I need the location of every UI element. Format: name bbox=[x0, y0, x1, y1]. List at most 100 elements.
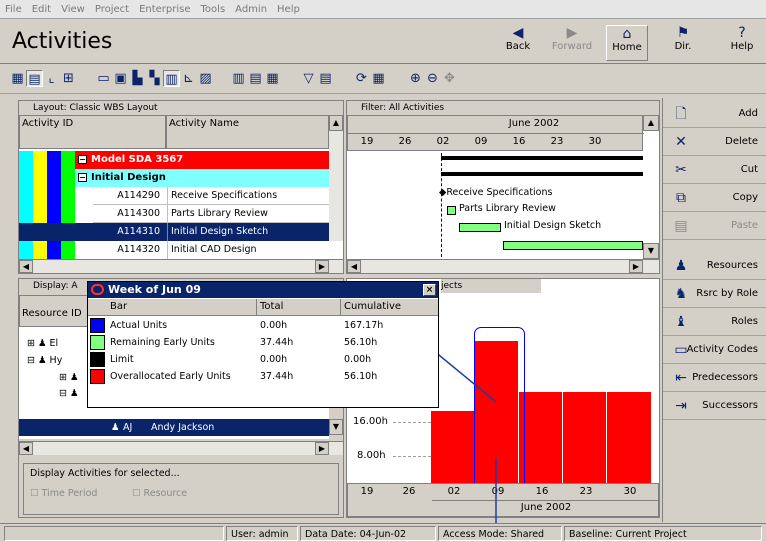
vertical-scrollbar[interactable] bbox=[329, 131, 343, 241]
bottom-layout-icon[interactable]: ▭ bbox=[95, 70, 112, 87]
cut-button[interactable]: ✂ Cut bbox=[663, 156, 766, 184]
back-button[interactable]: ◀ Back bbox=[500, 25, 536, 61]
row-cumulative: 56.10h bbox=[344, 337, 378, 348]
menu-admin[interactable]: Admin bbox=[230, 4, 272, 15]
scroll-up-icon[interactable]: ▲ bbox=[329, 115, 343, 131]
delete-button[interactable]: ✕ Delete bbox=[663, 128, 766, 156]
zoom-out-icon[interactable]: ⊖ bbox=[424, 70, 441, 87]
filter-icon[interactable]: ▽ bbox=[300, 70, 317, 87]
resource-usage-icon[interactable]: ▙ bbox=[129, 70, 146, 87]
band-yellow bbox=[33, 151, 47, 259]
resource-code: Hy bbox=[49, 355, 63, 366]
close-icon[interactable]: × bbox=[423, 284, 436, 296]
menu-edit[interactable]: Edit bbox=[27, 4, 56, 15]
horizontal-scrollbar[interactable]: ◀ ▶ bbox=[19, 441, 343, 455]
back-arrow-icon: ◀ bbox=[512, 25, 524, 41]
copy-button[interactable]: ⧉ Copy bbox=[663, 184, 766, 212]
selected-resource-row[interactable]: ♟ AJ Andy Jackson bbox=[19, 419, 329, 436]
scroll-right-icon[interactable]: ▶ bbox=[315, 442, 329, 455]
milestone-receive-spec[interactable]: ◆Receive Specifications bbox=[439, 187, 552, 198]
gantt-bar[interactable] bbox=[447, 206, 456, 215]
profile-icon[interactable]: ▚ bbox=[146, 70, 163, 87]
table-row[interactable]: A114290 Receive Specifications bbox=[93, 187, 329, 205]
project-summary-bar[interactable] bbox=[441, 156, 643, 160]
timescale-day: 19 bbox=[360, 486, 374, 497]
histogram-bar[interactable] bbox=[563, 392, 607, 483]
histogram-icon[interactable]: ▥ bbox=[163, 70, 180, 87]
paste-button[interactable]: ▤ Paste bbox=[663, 212, 766, 240]
table-view-icon[interactable]: ▦ bbox=[9, 70, 26, 87]
horizontal-scrollbar[interactable]: ◀ ▶ bbox=[347, 259, 659, 273]
roles-button[interactable]: ♝ Roles bbox=[663, 308, 766, 336]
horizontal-scrollbar[interactable]: ◀ ▶ bbox=[19, 259, 343, 273]
gantt-bar[interactable] bbox=[503, 241, 643, 250]
band-blue bbox=[47, 151, 61, 259]
add-button[interactable]: 🗋 Add bbox=[663, 100, 766, 128]
activity-codes-button[interactable]: ▭ Activity Codes bbox=[663, 336, 766, 364]
col-activity-name[interactable]: Activity Name bbox=[166, 115, 329, 149]
table-row[interactable]: A114300 Parts Library Review bbox=[93, 205, 329, 223]
chart-view-icon[interactable]: ⊞ bbox=[60, 70, 77, 87]
menu-tools[interactable]: Tools bbox=[196, 4, 231, 15]
histogram-bar[interactable] bbox=[519, 392, 563, 483]
row-total: 0.00h bbox=[260, 354, 288, 365]
scroll-left-icon[interactable]: ◀ bbox=[347, 260, 361, 273]
popup-columns: Bar Total Cumulative bbox=[88, 299, 438, 316]
level-icon[interactable]: ▦ bbox=[370, 70, 387, 87]
tree-item[interactable]: ⊞ ♟ El bbox=[27, 335, 87, 353]
home-button[interactable]: ⌂ Home bbox=[606, 25, 648, 61]
time-period-checkbox[interactable]: ☐ Time Period bbox=[30, 488, 97, 499]
collapse-icon[interactable]: − bbox=[78, 155, 87, 164]
fit-icon[interactable]: ✥ bbox=[441, 70, 458, 87]
forward-arrow-icon: ▶ bbox=[566, 25, 578, 41]
table-row-selected[interactable]: A114310 Initial Design Sketch bbox=[93, 223, 329, 241]
menu-project[interactable]: Project bbox=[90, 4, 134, 15]
scroll-down-icon[interactable]: ▼ bbox=[643, 243, 659, 259]
columns-icon[interactable]: ▥ bbox=[230, 70, 247, 87]
rsrc-by-role-label: Rsrc by Role bbox=[696, 288, 758, 299]
successors-button[interactable]: ⇥ Successors bbox=[663, 392, 766, 420]
schedule-icon[interactable]: ⟳ bbox=[353, 70, 370, 87]
zoom-in-icon[interactable]: ⊕ bbox=[407, 70, 424, 87]
filter-header[interactable]: Filter: All Activities bbox=[347, 101, 659, 115]
gantt-bar[interactable] bbox=[459, 223, 501, 232]
network-view-icon[interactable]: ⌞ bbox=[43, 70, 60, 87]
menu-enterprise[interactable]: Enterprise bbox=[134, 4, 195, 15]
dir-button[interactable]: ⚑ Dir. bbox=[665, 25, 701, 61]
resource-checkbox[interactable]: ☐ Resource bbox=[132, 488, 187, 499]
scroll-left-icon[interactable]: ◀ bbox=[19, 442, 33, 455]
scroll-down-icon[interactable]: ▼ bbox=[329, 419, 343, 435]
scroll-left-icon[interactable]: ◀ bbox=[19, 260, 33, 273]
details-icon[interactable]: ▣ bbox=[112, 70, 129, 87]
wbs-summary-bar[interactable] bbox=[441, 172, 643, 176]
histogram-bar[interactable] bbox=[607, 392, 651, 483]
tree-item[interactable]: ⊟ ♟ bbox=[59, 385, 89, 403]
scroll-right-icon[interactable]: ▶ bbox=[629, 260, 643, 273]
bars-icon[interactable]: ▤ bbox=[247, 70, 264, 87]
collapse-icon[interactable]: − bbox=[78, 173, 87, 182]
rsrc-by-role-button[interactable]: ♞ Rsrc by Role bbox=[663, 280, 766, 308]
tree-item[interactable]: ⊟ ♟ Hy bbox=[27, 352, 87, 370]
menu-help[interactable]: Help bbox=[272, 4, 305, 15]
menu-view[interactable]: View bbox=[56, 4, 90, 15]
resources-button[interactable]: ♟ Resources bbox=[663, 252, 766, 280]
spreadsheet-icon[interactable]: ▨ bbox=[197, 70, 214, 87]
trace-icon[interactable]: ⊾ bbox=[180, 70, 197, 87]
gantt-view-icon[interactable]: ▤ bbox=[26, 70, 43, 87]
group-sort-icon[interactable]: ▤ bbox=[317, 70, 334, 87]
help-button[interactable]: ? Help bbox=[724, 25, 760, 61]
predecessors-button[interactable]: ⇤ Predecessors bbox=[663, 364, 766, 392]
status-baseline: Baseline: Current Project bbox=[564, 526, 762, 541]
timescale-icon[interactable]: ▦ bbox=[264, 70, 281, 87]
project-row[interactable]: − Model SDA 3567 bbox=[75, 151, 329, 169]
col-activity-id[interactable]: Activity ID bbox=[19, 115, 166, 149]
menu-file[interactable]: File bbox=[0, 4, 27, 15]
layout-header[interactable]: Layout: Classic WBS Layout bbox=[19, 101, 343, 115]
activity-name-cell: Initial Design Sketch bbox=[167, 223, 329, 241]
wbs-row[interactable]: − Initial Design bbox=[75, 169, 329, 187]
activity-id-cell: A114290 bbox=[117, 190, 160, 201]
scroll-right-icon[interactable]: ▶ bbox=[315, 260, 329, 273]
table-row[interactable]: A114320 Initial CAD Design bbox=[93, 241, 329, 259]
forward-button[interactable]: ▶ Forward bbox=[548, 25, 596, 61]
scroll-up-icon[interactable]: ▲ bbox=[643, 115, 659, 131]
